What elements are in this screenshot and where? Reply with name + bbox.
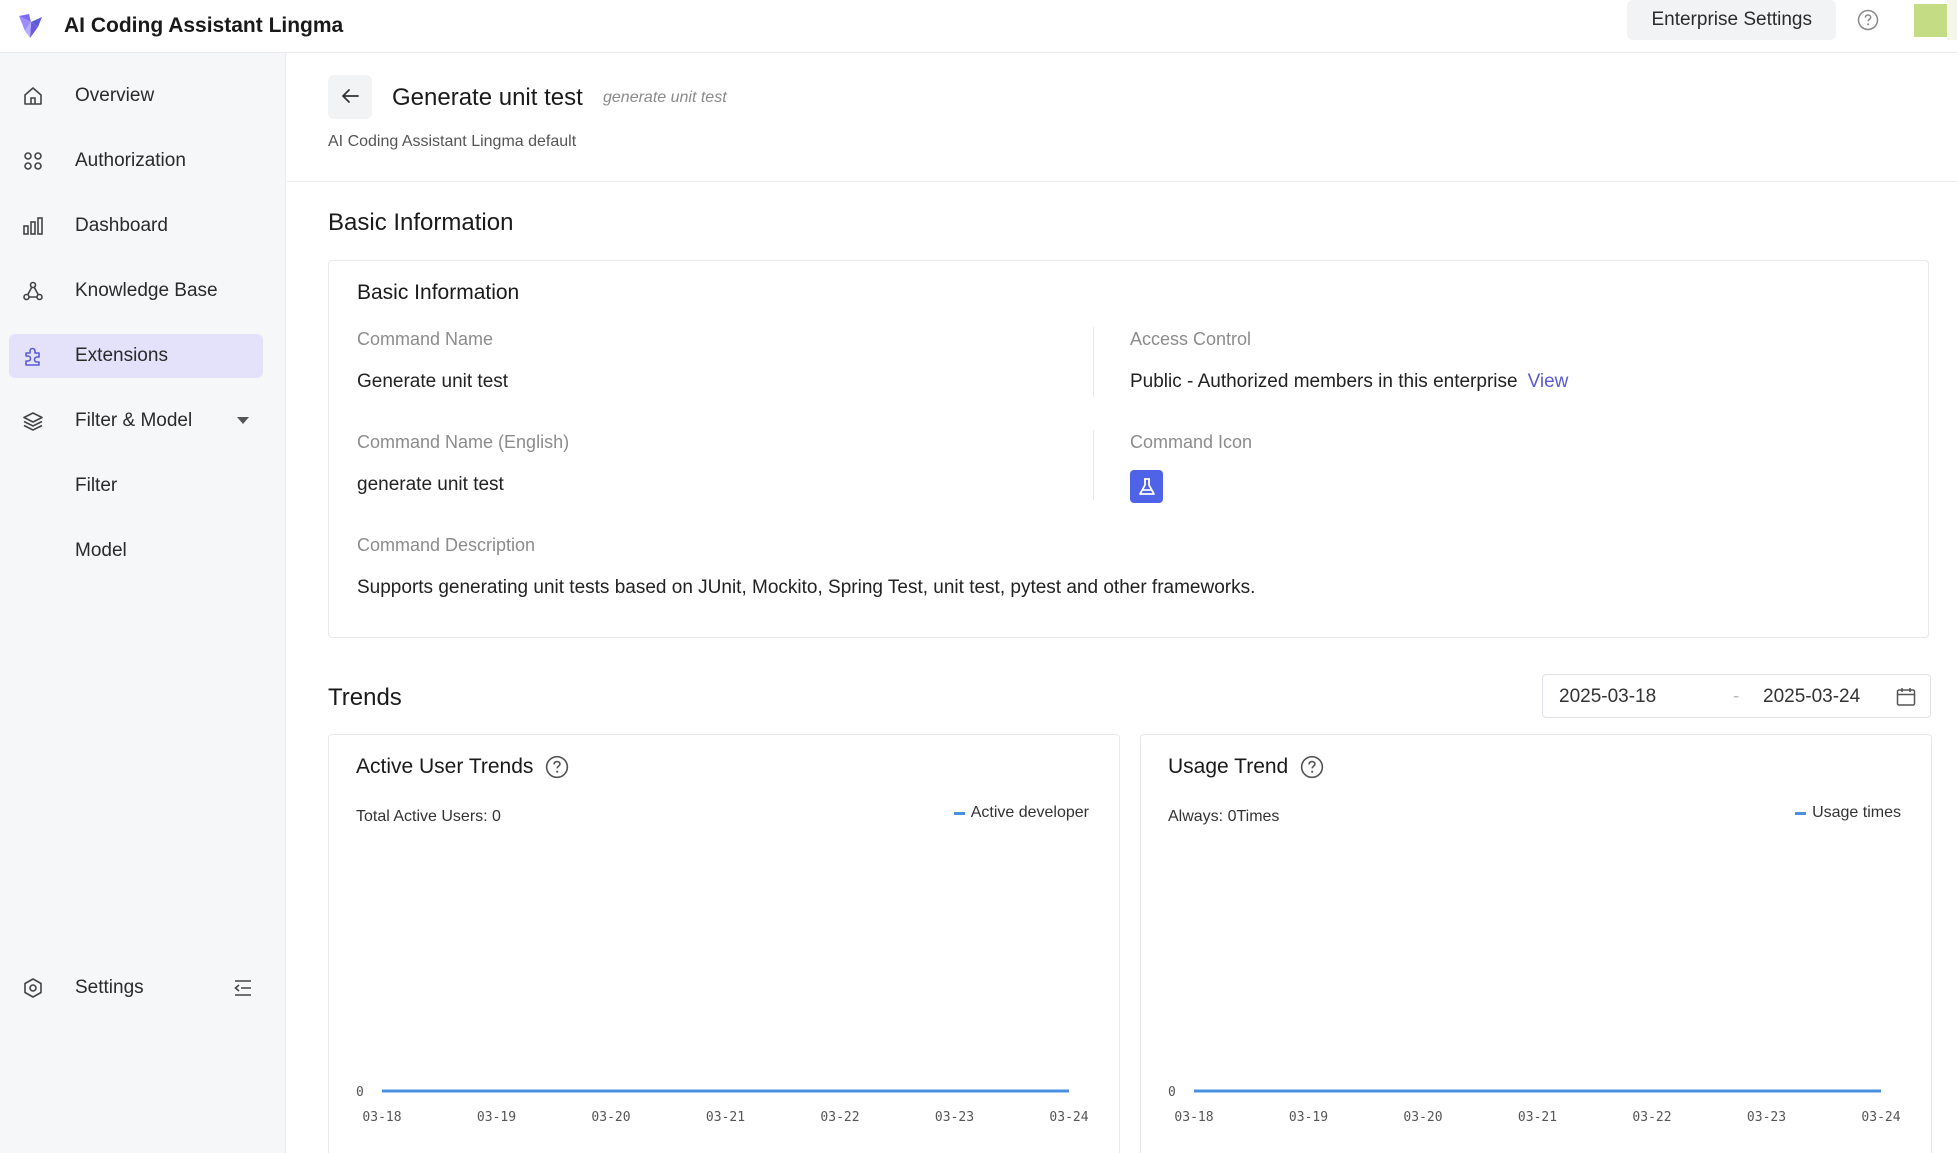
x-tick-label: 03-22 xyxy=(820,1110,859,1125)
access-control-text: Public - Authorized members in this ente… xyxy=(1130,371,1518,392)
x-tick-label: 03-23 xyxy=(1747,1110,1786,1125)
sidebar: Overview Authorization Dashboard Knowled… xyxy=(0,53,286,1153)
sidebar-item-settings[interactable]: Settings xyxy=(9,966,263,1010)
x-tick-label: 03-20 xyxy=(1403,1110,1442,1125)
main-content: Generate unit test generate unit test AI… xyxy=(287,53,1957,1153)
x-tick-label: 03-18 xyxy=(1174,1110,1213,1125)
arrow-left-icon xyxy=(339,85,361,110)
command-description-label: Command Description xyxy=(357,535,536,555)
sidebar-item-label: Model xyxy=(75,540,127,561)
access-control-label: Access Control xyxy=(1130,329,1252,349)
view-link[interactable]: View xyxy=(1528,371,1569,392)
nodes-icon xyxy=(21,279,45,303)
sidebar-item-label: Dashboard xyxy=(75,215,168,236)
command-name-label: Command Name xyxy=(357,329,494,349)
x-tick-label: 03-18 xyxy=(362,1110,401,1125)
sidebar-item-label: Extensions xyxy=(75,345,168,366)
puzzle-icon xyxy=(21,344,45,368)
x-tick-label: 03-20 xyxy=(591,1110,630,1125)
usage-trend-card: Usage Trend Always: 0Times Usage times 0… xyxy=(1140,734,1932,1153)
page-title: Generate unit test xyxy=(392,84,583,111)
lingma-logo-icon xyxy=(16,11,46,41)
flask-icon xyxy=(1130,470,1163,503)
avatar[interactable] xyxy=(1914,3,1947,37)
x-tick-label: 03-23 xyxy=(935,1110,974,1125)
help-icon[interactable] xyxy=(1856,8,1880,32)
date-end[interactable]: 2025-03-24 xyxy=(1763,686,1860,708)
sidebar-item-filter-model[interactable]: Filter & Model xyxy=(9,399,263,443)
usage-trend-chart: 0 03-18 03-19 03-20 03-21 03-22 03-23 03-24 xyxy=(1168,1085,1901,1125)
access-control-value: Public - Authorized members in this ente… xyxy=(1130,371,1568,393)
sidebar-item-model[interactable]: Model xyxy=(9,529,263,573)
avatar-edge xyxy=(1947,0,1957,40)
collapse-sidebar-icon[interactable] xyxy=(231,976,255,1000)
top-right-actions: Enterprise Settings xyxy=(1627,0,1957,40)
top-bar: AI Coding Assistant Lingma Enterprise Se… xyxy=(0,0,1957,53)
sidebar-item-dashboard[interactable]: Dashboard xyxy=(9,204,263,248)
sidebar-item-knowledge-base[interactable]: Knowledge Base xyxy=(9,269,263,313)
date-separator: - xyxy=(1733,686,1740,707)
card-title: Basic Information xyxy=(357,281,520,304)
app-title: AI Coding Assistant Lingma xyxy=(64,14,344,37)
caret-down-icon[interactable] xyxy=(235,413,251,435)
command-name-en-label: Command Name (English) xyxy=(357,432,570,452)
home-icon xyxy=(21,84,45,108)
date-start[interactable]: 2025-03-18 xyxy=(1559,686,1656,708)
y-tick-label: 0 xyxy=(1168,1085,1176,1100)
sidebar-item-label: Knowledge Base xyxy=(75,280,218,301)
sidebar-item-label: Settings xyxy=(75,977,144,998)
sidebar-item-filter[interactable]: Filter xyxy=(9,464,263,508)
sidebar-item-label: Filter xyxy=(75,475,118,496)
x-tick-label: 03-21 xyxy=(706,1110,745,1125)
layers-icon xyxy=(21,409,45,433)
calendar-icon[interactable] xyxy=(1894,685,1918,709)
page-header: Generate unit test generate unit test AI… xyxy=(287,53,1957,182)
x-tick-label: 03-24 xyxy=(1049,1110,1088,1125)
basic-info-section-title: Basic Information xyxy=(328,209,514,236)
x-tick-label: 03-19 xyxy=(477,1110,516,1125)
grid-icon xyxy=(21,149,45,173)
x-tick-label: 03-19 xyxy=(1289,1110,1328,1125)
brand[interactable]: AI Coding Assistant Lingma xyxy=(16,11,343,41)
command-description-value: Supports generating unit tests based on … xyxy=(357,577,1256,598)
command-icon-label: Command Icon xyxy=(1130,432,1253,452)
sidebar-item-overview[interactable]: Overview xyxy=(9,74,263,118)
active-user-chart: 0 03-18 03-19 03-20 03-21 03-22 03-23 03-24 xyxy=(356,1085,1089,1125)
x-tick-label: 03-21 xyxy=(1518,1110,1557,1125)
bar-chart-icon xyxy=(21,214,45,238)
command-name-en-value: generate unit test xyxy=(357,474,504,495)
sidebar-item-authorization[interactable]: Authorization xyxy=(9,139,263,183)
settings-hex-icon xyxy=(21,976,45,1000)
sidebar-item-extensions[interactable]: Extensions xyxy=(9,334,263,378)
command-name-value: Generate unit test xyxy=(357,371,509,392)
sidebar-item-label: Authorization xyxy=(75,150,186,171)
page-subtitle: generate unit test xyxy=(603,89,727,106)
column-divider xyxy=(1093,430,1094,500)
enterprise-settings-button[interactable]: Enterprise Settings xyxy=(1627,0,1836,40)
column-divider xyxy=(1093,327,1094,397)
basic-info-card: Basic Information Command Name Generate … xyxy=(328,260,1929,638)
page-meta: AI Coding Assistant Lingma default xyxy=(328,133,577,150)
y-tick-label: 0 xyxy=(356,1085,364,1100)
active-user-trends-card: Active User Trends Total Active Users: 0… xyxy=(328,734,1120,1153)
trends-section-title: Trends xyxy=(328,684,402,711)
x-tick-label: 03-22 xyxy=(1632,1110,1671,1125)
date-range-picker[interactable]: 2025-03-18 - 2025-03-24 xyxy=(1542,674,1931,718)
back-button[interactable] xyxy=(328,75,372,119)
x-tick-label: 03-24 xyxy=(1861,1110,1900,1125)
sidebar-item-label: Filter & Model xyxy=(75,410,193,431)
sidebar-item-label: Overview xyxy=(75,85,155,106)
